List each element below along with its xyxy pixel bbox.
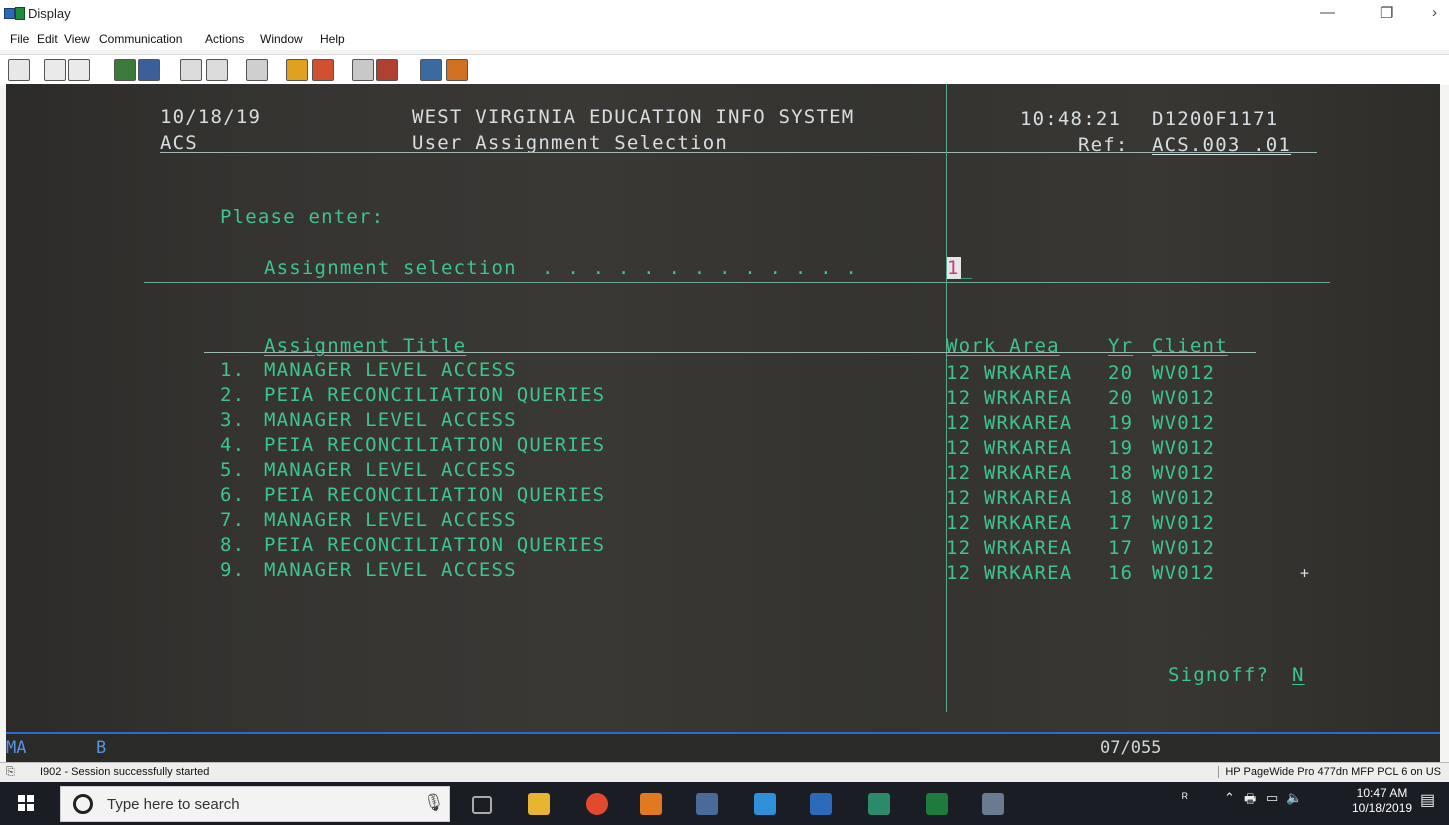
oia-mode: B — [96, 738, 107, 758]
signoff-input[interactable]: N — [1292, 664, 1305, 686]
system-title: WEST VIRGINIA EDUCATION INFO SYSTEM — [412, 106, 855, 128]
chevron-right-icon[interactable]: › — [1432, 4, 1437, 21]
globe-icon[interactable] — [420, 59, 442, 81]
taskbar: Type here to search 🎙 ᴿ ⌃ 🖶 ▭ 🔈 ▤ — [0, 782, 1449, 825]
menu-help[interactable]: Help — [320, 32, 345, 46]
clock-time: 10:47 AM — [1356, 786, 1408, 800]
operator-info-area: MA B 07/055 — [6, 732, 1440, 762]
terminal-id: D1200F1171 — [1152, 108, 1279, 130]
search-placeholder: Type here to search — [107, 796, 240, 813]
toolbar — [0, 54, 1449, 85]
chrome-icon[interactable] — [586, 793, 608, 815]
menu-actions[interactable]: Actions — [205, 32, 244, 46]
col-client: Client — [1152, 335, 1228, 357]
display-taskbar-icon[interactable] — [810, 793, 832, 815]
chevron-up-icon[interactable]: ⌃ — [1224, 790, 1235, 806]
printer-status: HP PageWide Pro 477dn MFP PCL 6 on US — [1218, 766, 1441, 778]
minimize-icon[interactable]: — — [1320, 4, 1335, 21]
printer-tray-icon[interactable]: 🖶 — [1244, 790, 1256, 812]
status-message: I902 - Session successfully started — [40, 766, 210, 778]
receive-icon[interactable] — [138, 59, 160, 81]
cortana-icon — [73, 794, 93, 814]
keypad2-icon[interactable] — [376, 59, 398, 81]
oia-left: MA — [6, 738, 27, 758]
screen-time: 10:48:21 — [1020, 108, 1122, 130]
microphone-icon[interactable]: 🎙 — [423, 793, 445, 813]
menu-window[interactable]: Window — [260, 32, 303, 46]
menu-view[interactable]: View — [64, 32, 90, 46]
satellite-app-icon[interactable] — [696, 793, 718, 815]
copy-icon[interactable] — [44, 59, 66, 81]
screen-subtitle: User Assignment Selection — [412, 132, 728, 154]
network-icon[interactable]: ▭ — [1266, 790, 1278, 806]
app-code: ACS — [160, 132, 198, 154]
system-clock[interactable]: 10:47 AM 10/18/2019 — [1352, 786, 1412, 816]
macro2-icon[interactable] — [312, 59, 334, 81]
more-marker: + — [1300, 564, 1311, 582]
people-icon[interactable]: ᴿ — [1182, 790, 1188, 805]
menu-file[interactable]: File — [10, 32, 29, 46]
cursor-position: 07/055 — [1100, 738, 1162, 758]
menu-edit[interactable]: Edit — [37, 32, 58, 46]
dynamics-app-icon[interactable] — [754, 793, 776, 815]
send-icon[interactable] — [114, 59, 136, 81]
display-app-icon — [4, 7, 26, 20]
screen-date: 10/18/19 — [160, 106, 262, 128]
screen-icon[interactable] — [180, 59, 202, 81]
status-bar: ⎘ I902 - Session successfully started HP… — [0, 762, 1449, 783]
screen2-icon[interactable] — [206, 59, 228, 81]
col-work-area: Work Area — [946, 335, 1060, 357]
menu-communication[interactable]: Communication — [99, 32, 182, 46]
assignment-selection-input[interactable]: 1_ — [946, 257, 973, 279]
field-rule — [144, 282, 1330, 283]
project-icon[interactable] — [868, 793, 890, 815]
file-explorer-icon[interactable] — [528, 793, 550, 815]
taskbar-search-input[interactable]: Type here to search 🎙 — [60, 786, 450, 822]
display-icon[interactable] — [8, 59, 30, 81]
col-yr: Yr — [1108, 335, 1134, 357]
volume-icon[interactable]: 🔈 — [1286, 790, 1302, 806]
restore-icon[interactable]: ❐ — [1380, 4, 1393, 22]
session-icon: ⎘ — [6, 766, 15, 778]
col-assignment-title: Assignment Title — [264, 335, 467, 357]
network-app-icon[interactable] — [982, 793, 1004, 815]
print-icon[interactable] — [246, 59, 268, 81]
header-rule — [160, 152, 1317, 153]
windows-start-icon[interactable] — [18, 795, 34, 811]
window-title: Display — [28, 6, 71, 21]
signoff-label: Signoff? — [1168, 664, 1270, 686]
prompt-text: Please enter: — [220, 206, 385, 228]
title-bar: Display — ❐ › — [0, 0, 1449, 28]
terminal-screen[interactable]: 10/18/19 WEST VIRGINIA EDUCATION INFO SY… — [6, 84, 1440, 760]
excel-icon[interactable] — [926, 793, 948, 815]
tag-icon[interactable] — [446, 59, 468, 81]
app-icon[interactable] — [640, 793, 662, 815]
assignment-field-label: Assignment selection . . . . . . . . . .… — [264, 257, 859, 279]
notification-icon[interactable]: ▤ — [1420, 790, 1435, 810]
columns-rule — [204, 352, 1256, 353]
macro-icon[interactable] — [286, 59, 308, 81]
task-view-icon[interactable] — [472, 796, 492, 814]
keypad-icon[interactable] — [352, 59, 374, 81]
paste-icon[interactable] — [68, 59, 90, 81]
clock-date: 10/18/2019 — [1352, 801, 1413, 815]
menu-bar: File Edit View Communication Actions Win… — [0, 28, 1449, 50]
